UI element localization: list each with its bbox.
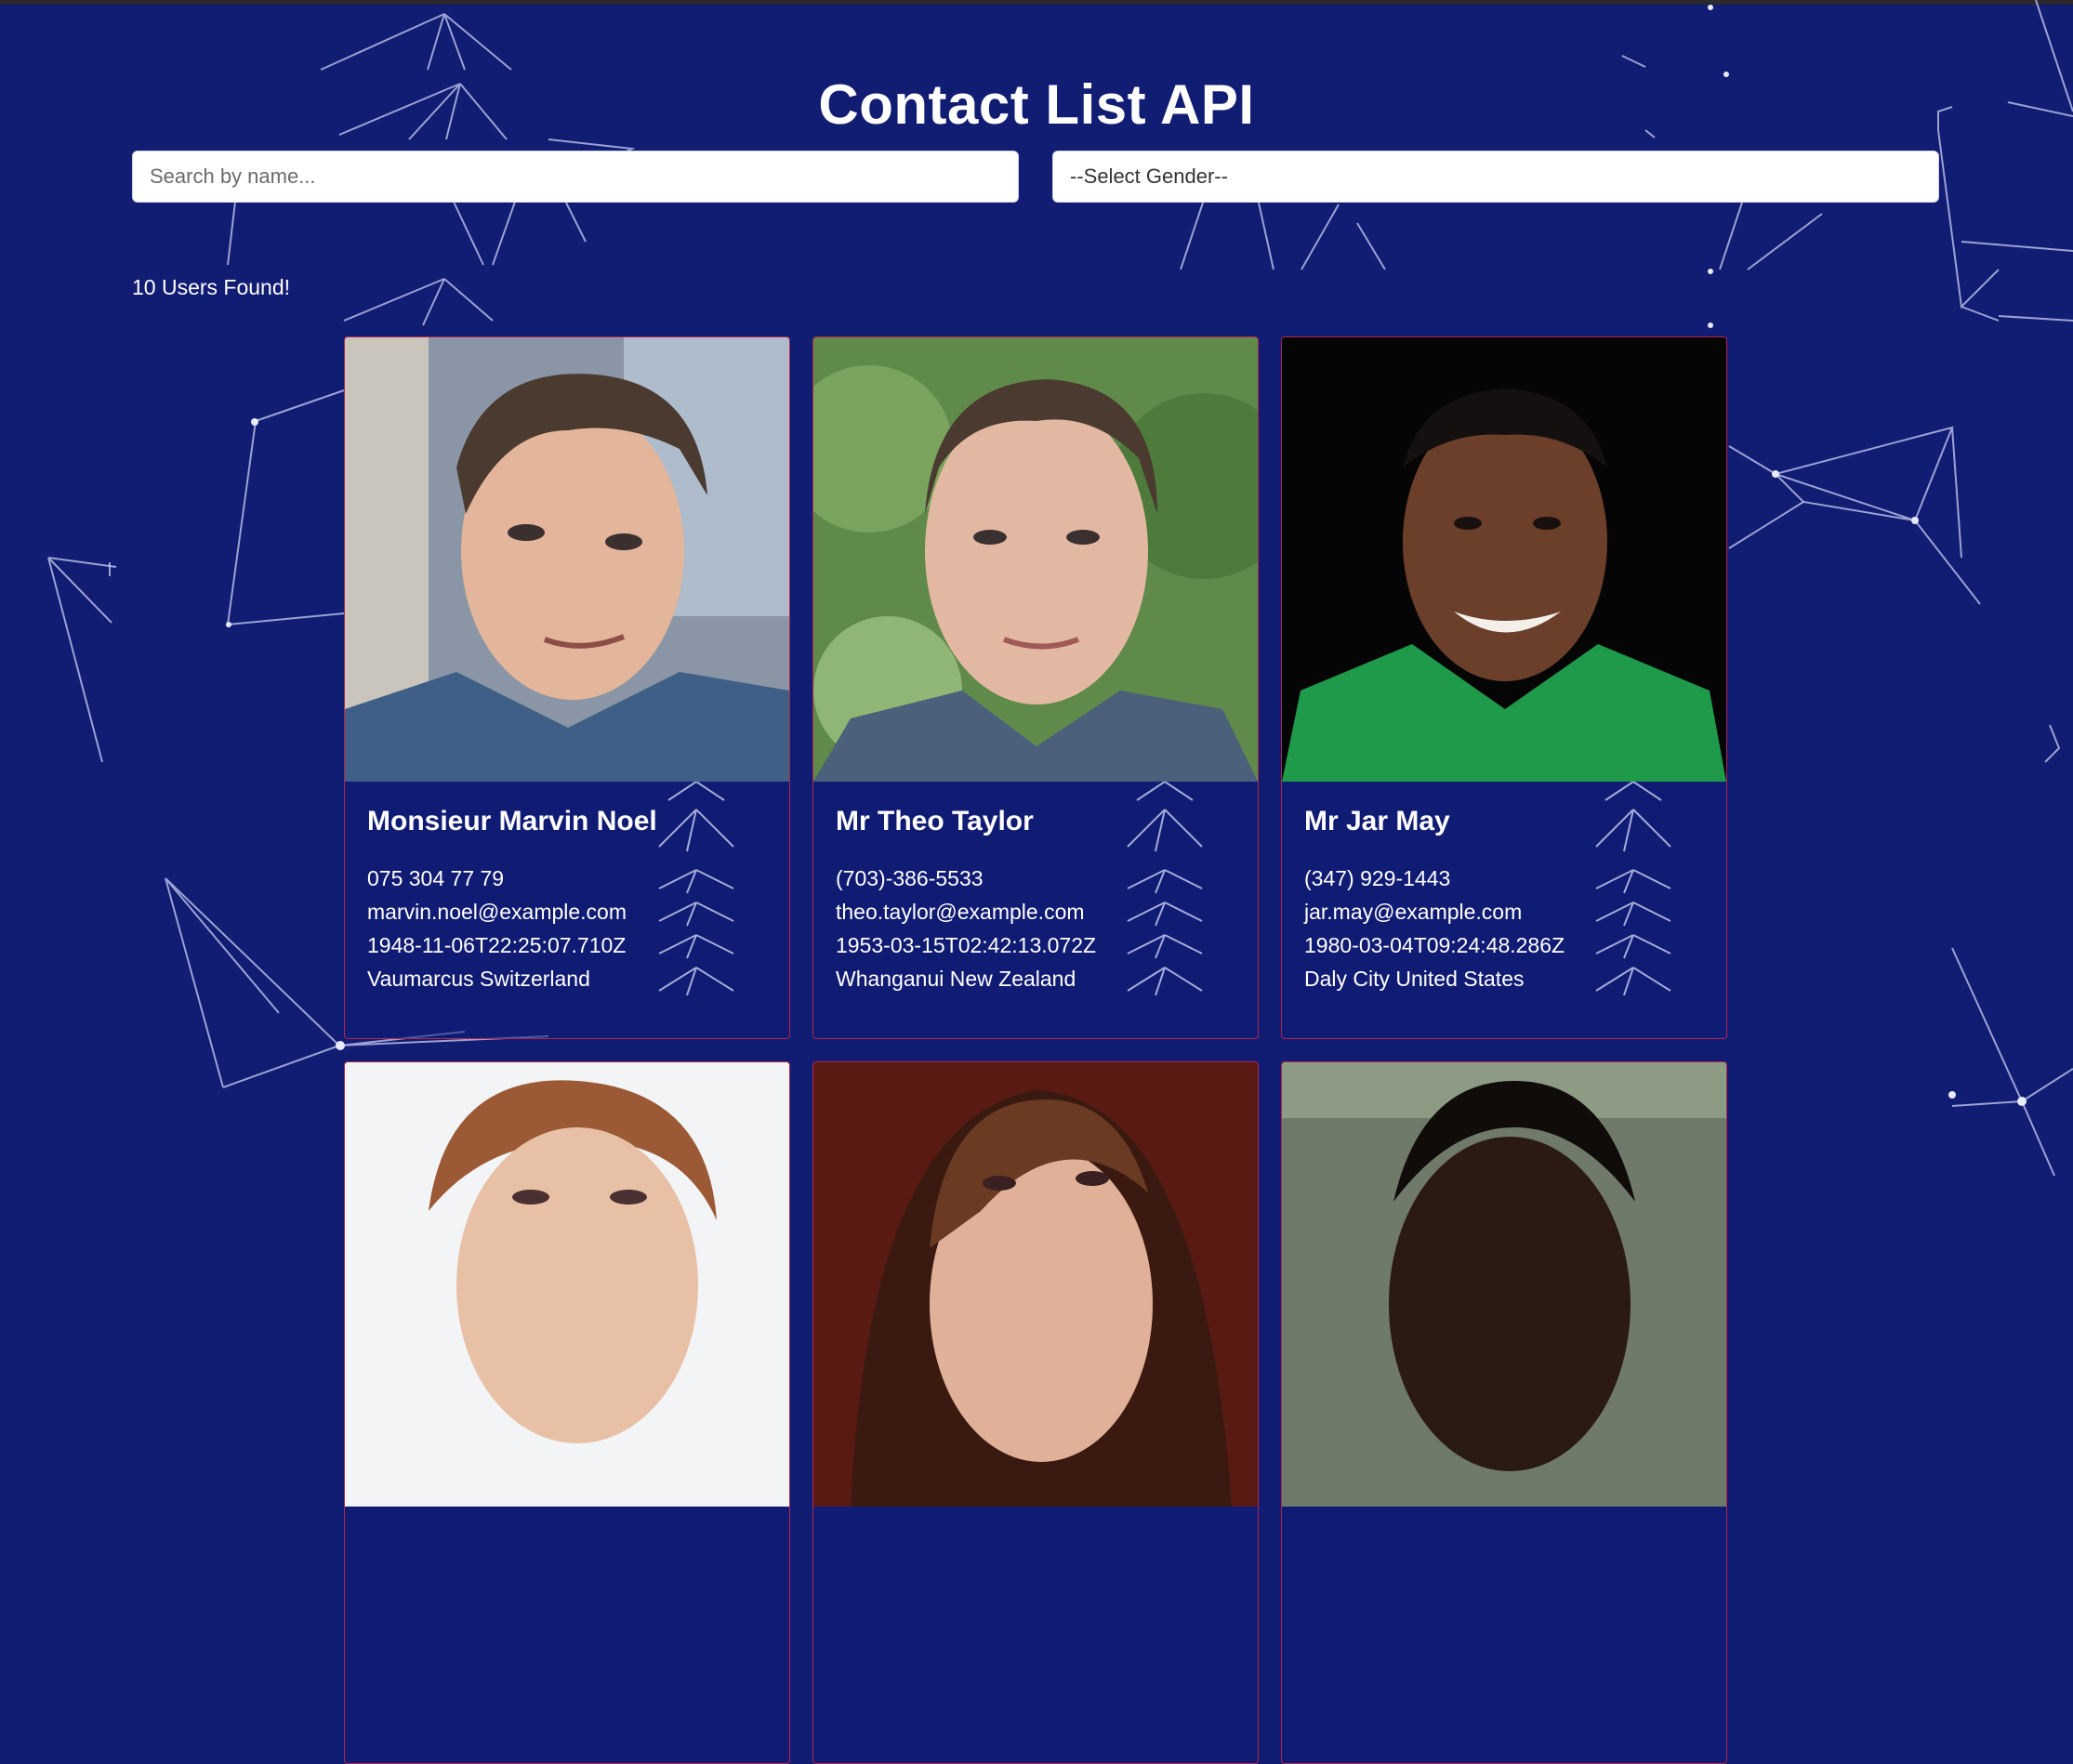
contact-location: Vaumarcus Switzerland	[367, 967, 590, 991]
contact-grid: Monsieur Marvin Noel 075 304 77 79 marvi…	[344, 336, 1729, 1764]
contact-details: Mr Theo Taylor (703)-386-5533 theo.taylo…	[813, 782, 1258, 995]
browser-top-bar	[0, 0, 2073, 5]
contact-photo	[813, 1062, 1258, 1507]
contact-photo	[813, 337, 1258, 782]
contact-name: Mr Jar May	[1304, 806, 1450, 836]
search-input[interactable]	[132, 151, 1019, 203]
contact-photo	[1282, 337, 1726, 782]
contact-card[interactable]: Mr Theo Taylor (703)-386-5533 theo.taylo…	[812, 336, 1259, 1039]
contact-card[interactable]	[344, 1061, 790, 1764]
contact-photo	[345, 337, 789, 782]
users-found-count: 10 Users Found!	[132, 275, 291, 299]
contact-name: Monsieur Marvin Noel	[367, 806, 657, 836]
contact-card[interactable]	[812, 1061, 1259, 1764]
contact-dob: 1953-03-15T02:42:13.072Z	[836, 933, 1097, 957]
contact-name: Mr Theo Taylor	[836, 806, 1034, 836]
gender-select[interactable]: --Select Gender--	[1052, 151, 1939, 203]
contact-card[interactable]: Mr Jar May (347) 929-1443 jar.may@exampl…	[1281, 336, 1727, 1039]
contact-dob: 1948-11-06T22:25:07.710Z	[367, 933, 627, 957]
contact-photo	[1282, 1062, 1726, 1507]
contact-location: Whanganui New Zealand	[836, 967, 1076, 991]
contact-dob: 1980-03-04T09:24:48.286Z	[1304, 933, 1565, 957]
contact-phone: (347) 929-1443	[1304, 866, 1451, 890]
contact-card[interactable]: Monsieur Marvin Noel 075 304 77 79 marvi…	[344, 336, 790, 1039]
contact-card[interactable]	[1281, 1061, 1727, 1764]
contact-photo	[345, 1062, 789, 1507]
contact-phone: 075 304 77 79	[367, 866, 505, 890]
contact-location: Daly City United States	[1304, 967, 1525, 991]
contact-phone: (703)-386-5533	[836, 866, 984, 890]
contact-email: marvin.noel@example.com	[367, 900, 627, 924]
page-title: Contact List API	[818, 73, 1255, 136]
contact-details: Mr Jar May (347) 929-1443 jar.may@exampl…	[1282, 782, 1726, 995]
contact-email: jar.may@example.com	[1304, 900, 1523, 924]
contact-details: Monsieur Marvin Noel 075 304 77 79 marvi…	[345, 782, 789, 995]
gender-select-value: --Select Gender--	[1070, 165, 1228, 188]
contact-email: theo.taylor@example.com	[836, 900, 1085, 924]
